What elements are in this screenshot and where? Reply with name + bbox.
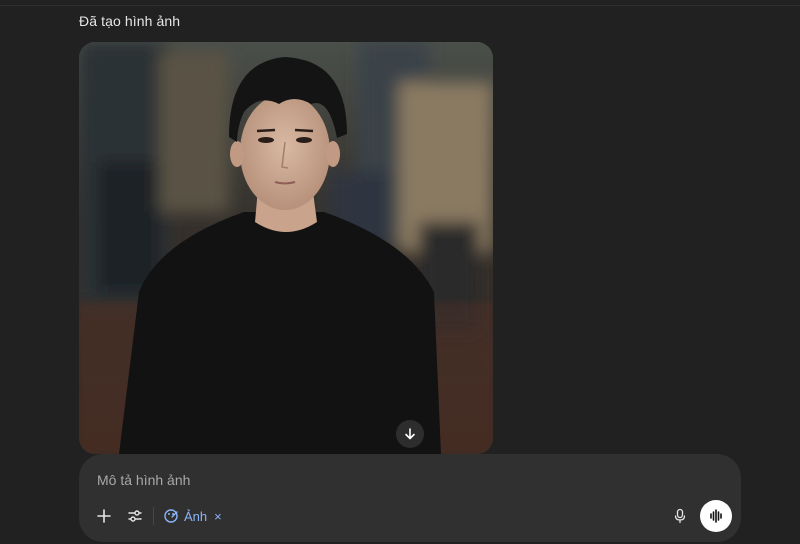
remove-image-mode-button[interactable]: × bbox=[214, 509, 222, 524]
microphone-icon bbox=[674, 508, 686, 524]
tools-button[interactable] bbox=[121, 502, 149, 530]
header-divider bbox=[0, 5, 800, 6]
chat-app: Đã tạo hình ảnh Mô tả hình ảnh Ảnh × bbox=[0, 0, 800, 544]
toolbar-divider bbox=[153, 507, 154, 525]
voice-mode-button[interactable] bbox=[700, 500, 732, 532]
generated-image-art bbox=[79, 42, 493, 454]
sliders-icon bbox=[128, 510, 142, 522]
image-mode-label: Ảnh bbox=[184, 508, 208, 524]
generated-image[interactable] bbox=[79, 42, 493, 454]
image-mode-chip[interactable]: Ảnh × bbox=[163, 503, 222, 529]
image-generated-status: Đã tạo hình ảnh bbox=[79, 13, 181, 29]
prompt-input[interactable] bbox=[95, 468, 659, 492]
voice-waveform-icon bbox=[710, 509, 722, 523]
add-attachment-button[interactable] bbox=[90, 502, 118, 530]
dictate-button[interactable] bbox=[666, 502, 694, 530]
paint-palette-icon bbox=[164, 509, 178, 523]
plus-icon bbox=[97, 509, 111, 523]
arrow-down-icon bbox=[405, 428, 415, 440]
download-image-button[interactable] bbox=[396, 420, 424, 448]
